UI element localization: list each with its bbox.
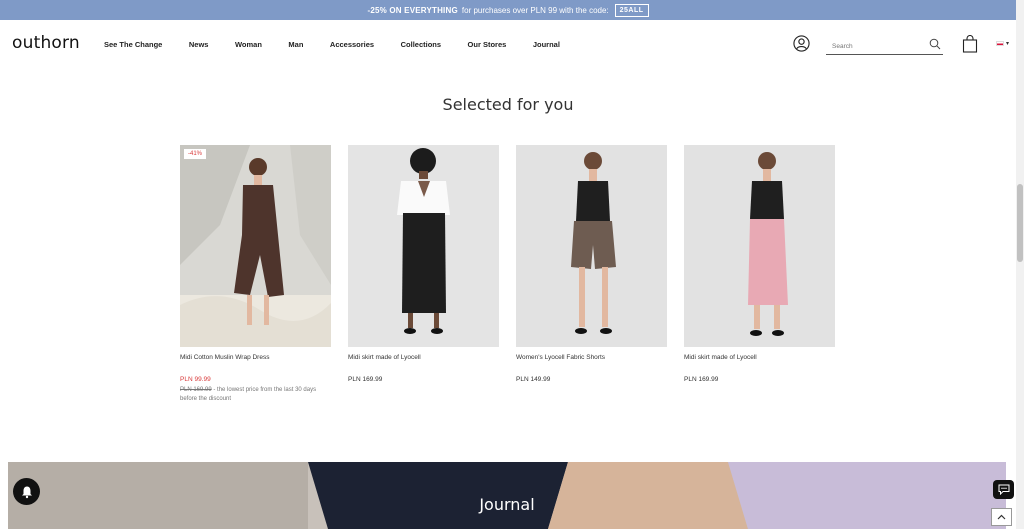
bag-icon[interactable] [962, 35, 978, 53]
nav-woman[interactable]: Woman [235, 40, 262, 49]
nav-accessories[interactable]: Accessories [330, 40, 374, 49]
nav-journal[interactable]: Journal [533, 40, 560, 49]
chevron-up-icon [997, 514, 1006, 520]
scrollbar-thumb[interactable] [1017, 184, 1023, 262]
page-scrollbar[interactable] [1016, 0, 1024, 529]
journal-banner[interactable]: Journal [8, 462, 1006, 529]
product-name[interactable]: Midi Cotton Muslin Wrap Dress [180, 354, 331, 361]
product-price: PLN 169.99 [684, 376, 719, 383]
promo-text: for purchases over PLN 99 with the code: [461, 5, 609, 15]
product-image[interactable] [684, 145, 835, 347]
nav-collections[interactable]: Collections [401, 40, 441, 49]
user-icon[interactable] [793, 35, 810, 52]
chat-icon [998, 484, 1009, 495]
product-price: PLN 99.99 [180, 376, 211, 383]
product-old-price-note: PLN 169.99 - the lowest price from the l… [180, 386, 330, 404]
chevron-down-icon: ▾ [1006, 41, 1010, 47]
product-image[interactable]: -41% [180, 145, 331, 347]
product-image[interactable] [516, 145, 667, 347]
product-price: PLN 169.99 [348, 376, 383, 383]
search-box [826, 35, 943, 55]
product-card[interactable]: Women's Lyocell Fabric Shorts PLN 149.99 [516, 145, 667, 383]
product-card[interactable]: Midi skirt made of Lyocell PLN 169.99 [684, 145, 835, 383]
product-name[interactable]: Women's Lyocell Fabric Shorts [516, 354, 667, 361]
nav-our-stores[interactable]: Our Stores [468, 40, 507, 49]
product-name[interactable]: Midi skirt made of Lyocell [348, 354, 499, 361]
scroll-to-top-button[interactable] [991, 508, 1012, 526]
logo[interactable]: outhorn [12, 33, 80, 53]
promo-code[interactable]: 25ALL [614, 3, 649, 17]
search-icon[interactable] [929, 38, 941, 50]
bell-icon [21, 486, 32, 498]
notification-button[interactable] [13, 478, 40, 505]
promo-bar: -25% ON EVERYTHING for purchases over PL… [0, 0, 1016, 20]
journal-title: Journal [479, 495, 535, 514]
language-selector[interactable]: ▾ [996, 40, 1009, 47]
search-input[interactable] [826, 38, 921, 55]
product-card[interactable]: Midi skirt made of Lyocell PLN 169.99 [348, 145, 499, 383]
nav-news[interactable]: News [189, 40, 209, 49]
promo-highlight: -25% ON EVERYTHING [367, 5, 458, 15]
product-card[interactable]: -41% Midi Cotton Muslin Wrap Dress PLN 9… [180, 145, 331, 404]
product-image[interactable] [348, 145, 499, 347]
site-header: outhorn See The Change News Woman Man Ac… [0, 20, 1016, 68]
section-title: Selected for you [442, 95, 574, 114]
nav-man[interactable]: Man [288, 40, 303, 49]
product-old-price: PLN 169.99 [180, 387, 212, 393]
nav-see-the-change[interactable]: See The Change [104, 40, 162, 49]
chat-button[interactable] [993, 480, 1014, 499]
product-name[interactable]: Midi skirt made of Lyocell [684, 354, 835, 361]
discount-badge: -41% [184, 149, 207, 159]
main-nav: See The Change News Woman Man Accessorie… [104, 20, 586, 68]
product-price: PLN 149.99 [516, 376, 551, 383]
flag-pl-icon [996, 41, 1004, 46]
